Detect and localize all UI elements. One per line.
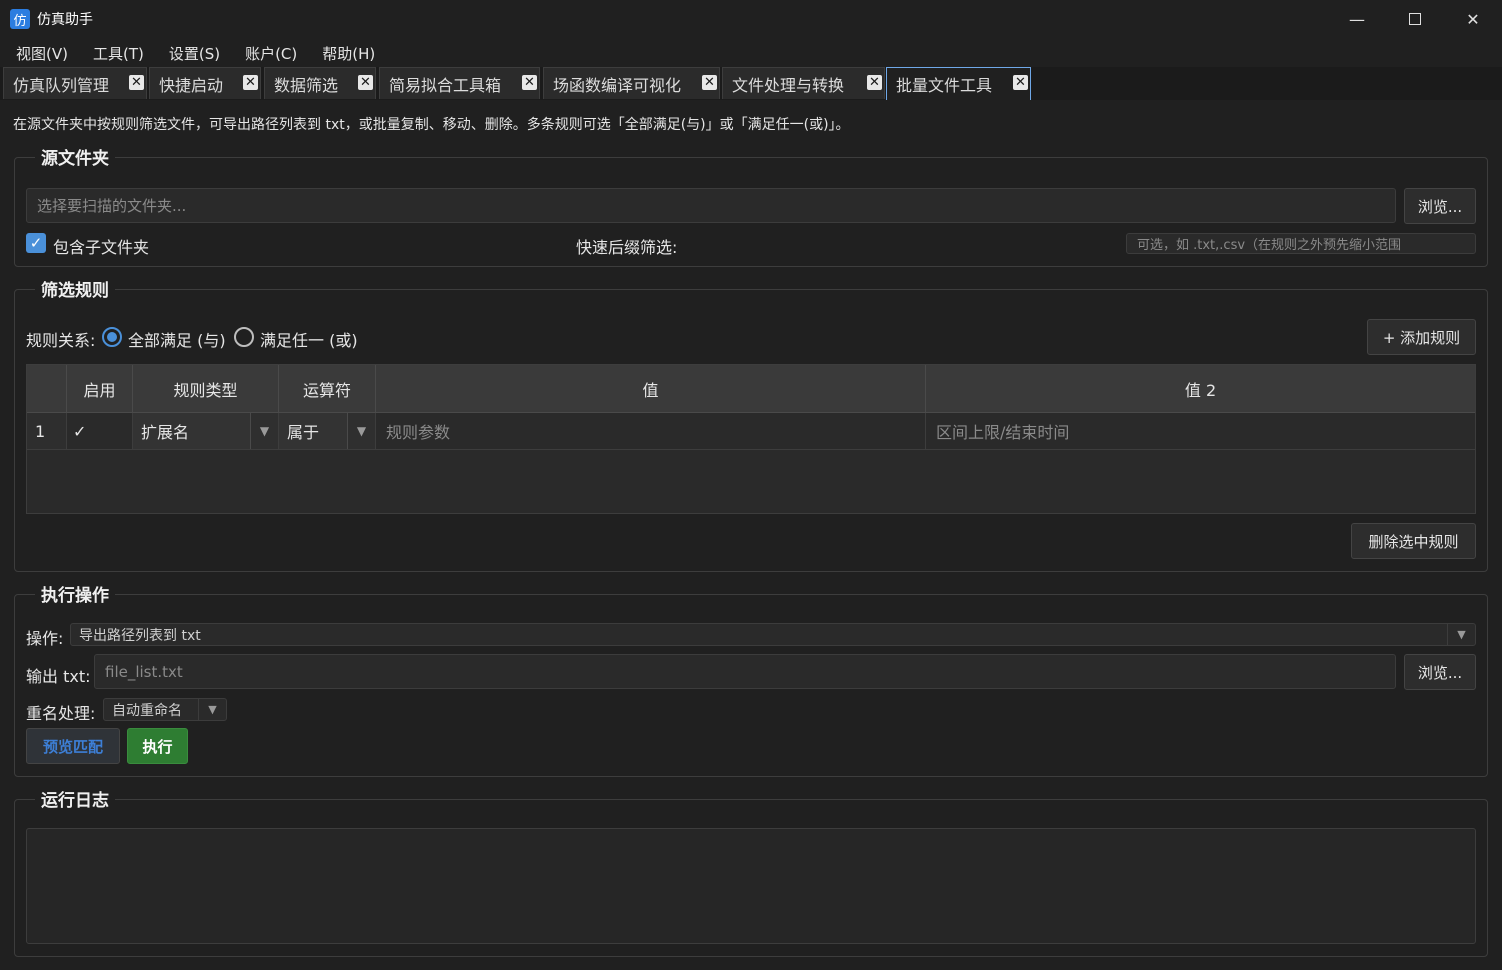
preview-match-button[interactable]: 预览匹配 (26, 728, 120, 764)
rule-value-input[interactable]: 规则参数 (376, 413, 926, 450)
title-bar: 仿 仿真助手 — ✕ (0, 0, 1502, 38)
operation-select[interactable]: 导出路径列表到 txt ▼ (70, 623, 1476, 646)
tab-label: 批量文件工具 (896, 76, 993, 95)
radio-any[interactable] (234, 327, 254, 347)
menu-account[interactable]: 账户(C) (237, 43, 305, 64)
tab-label: 简易拟合工具箱 (389, 75, 502, 95)
tab-close-icon[interactable]: ✕ (129, 75, 144, 90)
menu-view[interactable]: 视图(V) (8, 43, 76, 64)
chevron-down-icon[interactable]: ▼ (347, 413, 375, 449)
radio-any-label: 满足任一 (或) (260, 331, 358, 350)
close-icon[interactable]: ✕ (1444, 0, 1502, 38)
group-title: 筛选规则 (35, 276, 115, 301)
group-title: 执行操作 (35, 581, 115, 606)
delete-rule-button[interactable]: 删除选中规则 (1351, 523, 1476, 559)
output-txt-label: 输出 txt: (26, 667, 91, 686)
output-txt-input[interactable]: file_list.txt (94, 654, 1396, 689)
chevron-down-icon[interactable]: ▼ (1447, 624, 1475, 645)
tab-bar: 仿真队列管理 ✕ 快捷启动 ✕ 数据筛选 ✕ 简易拟合工具箱 ✕ 场函数编译可视… (0, 67, 1502, 100)
chevron-down-icon[interactable]: ▼ (250, 413, 278, 449)
tab-label: 场函数编译可视化 (553, 75, 682, 95)
tab-close-icon[interactable]: ✕ (867, 75, 882, 90)
tab-close-icon[interactable]: ✕ (1013, 75, 1028, 90)
suffix-filter-input[interactable]: 可选，如 .txt,.csv（在规则之外预先缩小范围 (1126, 233, 1476, 254)
tab-quick-launch[interactable]: 快捷启动 ✕ (149, 67, 261, 99)
operation-label: 操作: (26, 629, 64, 648)
add-rule-button[interactable]: + 添加规则 (1367, 319, 1476, 355)
suffix-filter-label: 快速后缀筛选: (576, 238, 678, 257)
rule-operator-value: 属于 (287, 423, 320, 442)
page-description: 在源文件夹中按规则筛选文件，可导出路径列表到 txt，或批量复制、移动、删除。多… (13, 117, 850, 133)
radio-all[interactable] (102, 327, 122, 347)
log-output-area[interactable] (26, 828, 1476, 944)
rule-enabled-check[interactable]: ✓ (67, 413, 133, 450)
column-header-operator[interactable]: 运算符 (279, 365, 376, 413)
tab-fitting-toolbox[interactable]: 简易拟合工具箱 ✕ (379, 67, 540, 99)
app-icon: 仿 (10, 9, 30, 29)
group-title: 源文件夹 (35, 144, 115, 169)
menu-settings[interactable]: 设置(S) (161, 43, 228, 64)
minimize-icon[interactable]: — (1328, 0, 1386, 38)
window-title: 仿真助手 (37, 12, 93, 28)
browse-folder-button[interactable]: 浏览... (1404, 188, 1476, 224)
tab-queue[interactable]: 仿真队列管理 ✕ (3, 67, 147, 99)
include-subfolders-checkbox[interactable]: ✓ (26, 233, 46, 253)
rule-type-value: 扩展名 (141, 423, 190, 442)
rule-type-select[interactable]: 扩展名 ▼ (133, 413, 279, 450)
source-folder-input[interactable]: 选择要扫描的文件夹... (26, 188, 1396, 223)
rule-operator-select[interactable]: 属于 ▼ (279, 413, 376, 450)
operation-value: 导出路径列表到 txt (79, 627, 201, 644)
radio-all-label: 全部满足 (与) (128, 331, 226, 350)
tab-close-icon[interactable]: ✕ (243, 75, 258, 90)
tab-label: 数据筛选 (274, 75, 339, 95)
group-title: 运行日志 (35, 786, 115, 811)
execute-button[interactable]: 执行 (127, 728, 188, 764)
column-header-enabled[interactable]: 启用 (67, 365, 133, 413)
chevron-down-icon[interactable]: ▼ (198, 699, 226, 720)
rules-table: 启用 规则类型 运算符 值 值 2 1 ✓ 扩展名 ▼ 属于 ▼ 规则参数 区间… (26, 364, 1476, 514)
tab-label: 文件处理与转换 (732, 75, 845, 95)
tab-close-icon[interactable]: ✕ (702, 75, 717, 90)
rule-relation-label: 规则关系: (26, 331, 96, 350)
rename-select[interactable]: 自动重命名 ▼ (103, 698, 227, 721)
tab-label: 仿真队列管理 (13, 75, 110, 95)
tab-close-icon[interactable]: ✕ (522, 75, 537, 90)
tab-file-convert[interactable]: 文件处理与转换 ✕ (722, 67, 885, 99)
table-corner (27, 365, 67, 413)
rule-value2-input[interactable]: 区间上限/结束时间 (926, 413, 1475, 450)
tab-field-function[interactable]: 场函数编译可视化 ✕ (543, 67, 720, 99)
tab-data-filter[interactable]: 数据筛选 ✕ (264, 67, 376, 99)
include-subfolders-label: 包含子文件夹 (53, 238, 150, 257)
menu-tools[interactable]: 工具(T) (85, 43, 152, 64)
browse-output-button[interactable]: 浏览... (1404, 654, 1476, 690)
maximize-icon[interactable] (1386, 0, 1444, 38)
tab-batch-file-tool[interactable]: 批量文件工具 ✕ (886, 67, 1031, 100)
row-index[interactable]: 1 (27, 413, 67, 450)
tab-close-icon[interactable]: ✕ (358, 75, 373, 90)
tab-label: 快捷启动 (159, 75, 224, 95)
rename-value: 自动重命名 (112, 702, 182, 719)
menu-bar: 视图(V) 工具(T) 设置(S) 账户(C) 帮助(H) (0, 38, 1502, 68)
menu-help[interactable]: 帮助(H) (314, 43, 383, 64)
column-header-value2[interactable]: 值 2 (926, 365, 1475, 413)
column-header-type[interactable]: 规则类型 (133, 365, 279, 413)
rename-label: 重名处理: (26, 704, 96, 723)
column-header-value[interactable]: 值 (376, 365, 926, 413)
